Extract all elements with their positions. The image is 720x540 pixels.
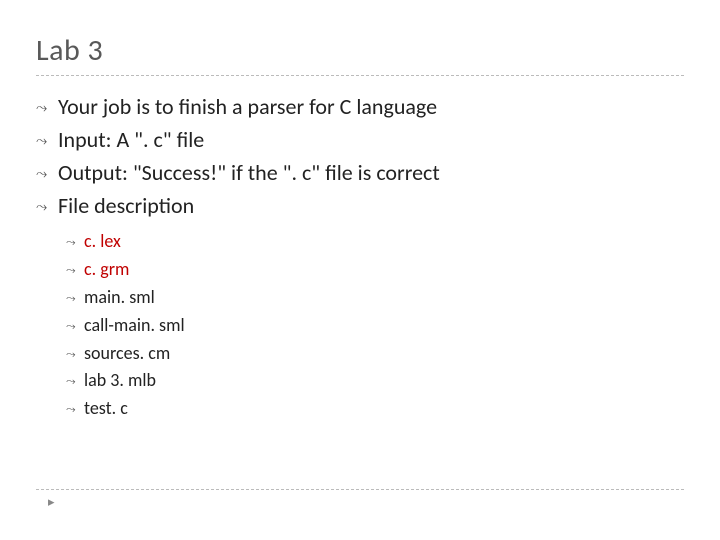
bullet-icon: ⤳ xyxy=(36,163,58,184)
bullet-item: ⤳ Output: "Success!" if the ". c" file i… xyxy=(36,156,684,189)
sub-bullet-item: ⤳ sources. cm xyxy=(66,340,684,368)
bullet-item: ⤳ File description xyxy=(36,189,684,222)
bullet-icon: ⤳ xyxy=(66,318,84,337)
bullet-list: ⤳ Your job is to finish a parser for C l… xyxy=(36,90,684,222)
sub-bullet-item: ⤳ main. sml xyxy=(66,284,684,312)
sub-bullet-item: ⤳ lab 3. mlb xyxy=(66,367,684,395)
bullet-icon: ⤳ xyxy=(36,97,58,118)
bullet-text: File description xyxy=(58,189,194,222)
sub-bullet-text: c. grm xyxy=(84,256,129,284)
sub-bullet-item: ⤳ c. grm xyxy=(66,256,684,284)
footer-play-icon: ▸ xyxy=(48,495,55,510)
sub-bullet-list: ⤳ c. lex ⤳ c. grm ⤳ main. sml ⤳ call-mai… xyxy=(66,228,684,423)
bullet-text: Your job is to finish a parser for C lan… xyxy=(58,90,437,123)
bullet-icon: ⤳ xyxy=(66,262,84,281)
slide-title: Lab 3 xyxy=(36,32,684,69)
bullet-icon: ⤳ xyxy=(66,346,84,365)
footer-divider xyxy=(36,489,684,490)
slide: Lab 3 ⤳ Your job is to finish a parser f… xyxy=(0,0,720,540)
sub-bullet-text: lab 3. mlb xyxy=(84,367,156,395)
sub-bullet-item: ⤳ test. c xyxy=(66,395,684,423)
bullet-text: Input: A ". c" file xyxy=(58,123,204,156)
bullet-icon: ⤳ xyxy=(66,401,84,420)
sub-bullet-item: ⤳ call-main. sml xyxy=(66,312,684,340)
bullet-icon: ⤳ xyxy=(66,290,84,309)
bullet-icon: ⤳ xyxy=(36,130,58,151)
sub-bullet-text: main. sml xyxy=(84,284,155,312)
sub-bullet-text: sources. cm xyxy=(84,340,170,368)
bullet-icon: ⤳ xyxy=(66,234,84,253)
bullet-text: Output: "Success!" if the ". c" file is … xyxy=(58,156,440,189)
bullet-item: ⤳ Your job is to finish a parser for C l… xyxy=(36,90,684,123)
sub-bullet-item: ⤳ c. lex xyxy=(66,228,684,256)
title-wrap: Lab 3 xyxy=(36,32,684,76)
bullet-icon: ⤳ xyxy=(36,196,58,217)
bullet-item: ⤳ Input: A ". c" file xyxy=(36,123,684,156)
bullet-icon: ⤳ xyxy=(66,373,84,392)
sub-bullet-text: c. lex xyxy=(84,228,121,256)
sub-bullet-text: call-main. sml xyxy=(84,312,185,340)
sub-bullet-text: test. c xyxy=(84,395,128,423)
